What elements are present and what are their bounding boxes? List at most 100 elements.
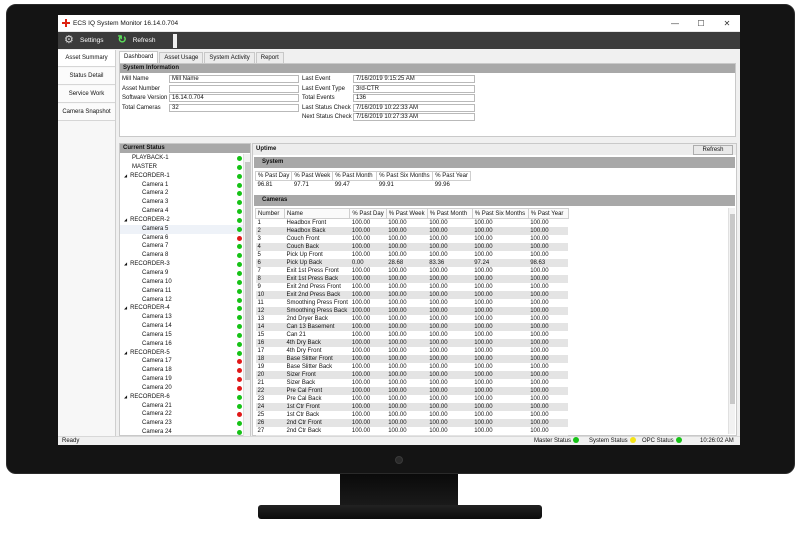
sysinfo-field[interactable]: 16.14.0.704: [169, 94, 299, 102]
table-row[interactable]: 6 Pick Up Back 0.00 28.68 83.36 97.24 98.63: [255, 259, 569, 267]
nav-status-detail[interactable]: Status Detail: [58, 68, 115, 85]
table-row[interactable]: 2 Headbox Back 100.00 100.00 100.00 100.00 100…: [255, 227, 569, 235]
expand-arrow-icon[interactable]: ◢: [124, 394, 127, 399]
tree-item[interactable]: Camera 13: [120, 313, 244, 322]
table-row[interactable]: 15 Can 21 100.00 100.00 100.00 100.00 100.00: [255, 331, 569, 339]
nav-camera-snapshot[interactable]: Camera Snapshot: [58, 104, 115, 121]
sysinfo-field[interactable]: 7/16/2019 10:22:33 AM: [353, 103, 475, 112]
table-row[interactable]: 14 Can 13 Basement 100.00 100.00 100.00 100.0…: [255, 323, 569, 331]
table-row[interactable]: 26 2nd Ctr Front 100.00 100.00 100.00 100.00 1…: [255, 419, 569, 427]
tab-system-activity[interactable]: System Activity: [204, 52, 255, 63]
refresh-button[interactable]: Refresh: [133, 37, 156, 44]
nav-service-work[interactable]: Service Work: [58, 86, 115, 103]
system-column-header[interactable]: % Past Week: [291, 171, 334, 181]
tree-item[interactable]: Camera 1: [120, 181, 244, 190]
sysinfo-field[interactable]: Mill Name: [169, 75, 299, 83]
tree-item[interactable]: ◢ RECORDER-4: [120, 304, 244, 313]
system-column-header[interactable]: % Past Year: [432, 171, 471, 181]
camera-column-header[interactable]: % Past Six Months: [471, 208, 529, 219]
table-row[interactable]: 11 Smoothing Press Front 100.00 100.00 100.0…: [255, 299, 569, 307]
expand-arrow-icon[interactable]: ◢: [124, 305, 127, 310]
close-icon[interactable]: ✕: [714, 15, 740, 31]
table-row[interactable]: 22 Pre Cal Front 100.00 100.00 100.00 100.00 1…: [255, 387, 569, 395]
tree-item[interactable]: Camera 17: [120, 357, 244, 366]
system-column-header[interactable]: % Past Month: [332, 171, 378, 181]
nav-asset-summary[interactable]: Asset Summary: [58, 50, 115, 67]
tree-item[interactable]: ◢ RECORDER-2: [120, 216, 244, 225]
tree-item[interactable]: Camera 16: [120, 340, 244, 349]
tree-item[interactable]: ◢ RECORDER-1: [120, 172, 244, 181]
expand-arrow-icon[interactable]: ◢: [124, 217, 127, 222]
camera-column-header[interactable]: Number: [255, 208, 285, 219]
table-row[interactable]: 16 4th Dry Back 100.00 100.00 100.00 100.00 10…: [255, 339, 569, 347]
system-column-header[interactable]: % Past Six Months: [376, 171, 434, 181]
table-row[interactable]: 13 2nd Dryer Back 100.00 100.00 100.00 100.00…: [255, 315, 569, 323]
sysinfo-field[interactable]: 32: [169, 103, 299, 112]
expand-arrow-icon[interactable]: ◢: [124, 261, 127, 266]
tree-item[interactable]: Camera 4: [120, 207, 244, 216]
tree-item[interactable]: Camera 19: [120, 375, 244, 384]
expand-arrow-icon[interactable]: ◢: [124, 173, 127, 178]
tree-item[interactable]: Camera 6: [120, 234, 244, 243]
tree-scrollbar[interactable]: [243, 154, 250, 436]
sysinfo-field[interactable]: 136: [353, 94, 475, 102]
tree-item[interactable]: Camera 10: [120, 278, 244, 287]
table-row[interactable]: 19 Base Slitter Back 100.00 100.00 100.00 100…: [255, 363, 569, 371]
table-row[interactable]: 7 Exit 1st Press Front 100.00 100.00 100.00 1…: [255, 267, 569, 275]
table-row[interactable]: 1 Headbox Front 100.00 100.00 100.00 100.00 10…: [255, 218, 569, 227]
table-row[interactable]: 3 Couch Front 100.00 100.00 100.00 100.00 100.…: [255, 235, 569, 243]
tree-item[interactable]: Camera 23: [120, 419, 244, 428]
uptime-refresh-button[interactable]: Refresh: [693, 145, 733, 155]
tree-item[interactable]: Camera 2: [120, 189, 244, 198]
tree-item[interactable]: ◢ RECORDER-6: [120, 393, 244, 402]
tree-item[interactable]: Camera 20: [120, 384, 244, 393]
tree-item[interactable]: MASTER: [120, 163, 244, 172]
table-row[interactable]: 4 Couch Back 100.00 100.00 100.00 100.00 100.0…: [255, 243, 569, 251]
tree-item[interactable]: Camera 12: [120, 296, 244, 305]
table-row[interactable]: 9 Exit 2nd Press Front 100.00 100.00 100.00 1…: [255, 283, 569, 291]
tab-dashboard[interactable]: Dashboard: [119, 51, 159, 63]
tree-item[interactable]: Camera 8: [120, 251, 244, 260]
tree-item[interactable]: Camera 15: [120, 331, 244, 340]
tree-item[interactable]: Camera 18: [120, 366, 244, 375]
camera-column-header[interactable]: % Past Month: [426, 208, 473, 219]
tree-item[interactable]: ◢ RECORDER-3: [120, 260, 244, 269]
tree-item[interactable]: ◢ RECORDER-5: [120, 349, 244, 358]
table-row[interactable]: 12 Smoothing Press Back 100.00 100.00 100.00…: [255, 307, 569, 315]
minimize-icon[interactable]: —: [662, 15, 688, 31]
sysinfo-field[interactable]: 3rd-CTR: [353, 84, 475, 93]
tree-item[interactable]: PLAYBACK-1: [120, 154, 244, 163]
tree-item[interactable]: Camera 3: [120, 198, 244, 207]
table-row[interactable]: 17 4th Dry Front 100.00 100.00 100.00 100.00 1…: [255, 347, 569, 355]
table-row[interactable]: 24 1st Ctr Front 100.00 100.00 100.00 100.00 1…: [255, 403, 569, 411]
camera-column-header[interactable]: Name: [283, 208, 351, 219]
tree-scroll-thumb[interactable]: [245, 162, 250, 380]
tree-item[interactable]: Camera 9: [120, 269, 244, 278]
sysinfo-field[interactable]: 7/16/2019 9:15:25 AM: [353, 75, 475, 83]
cameras-scrollbar[interactable]: [728, 208, 735, 434]
table-row[interactable]: 10 Exit 2nd Press Back 100.00 100.00 100.00 1…: [255, 291, 569, 299]
tree-item[interactable]: Camera 5: [120, 224, 244, 234]
table-row[interactable]: 23 Pre Cal Back 100.00 100.00 100.00 100.00 10…: [255, 395, 569, 403]
settings-button[interactable]: Settings: [80, 37, 104, 44]
system-column-header[interactable]: % Past Day: [254, 171, 293, 181]
camera-column-header[interactable]: % Past Year: [527, 208, 569, 219]
tree-item[interactable]: Camera 24: [120, 428, 244, 436]
cameras-scroll-thumb[interactable]: [730, 214, 735, 404]
expand-arrow-icon[interactable]: ◢: [124, 350, 127, 355]
camera-column-header[interactable]: % Past Week: [385, 208, 428, 219]
sysinfo-field[interactable]: 7/16/2019 10:27:33 AM: [353, 113, 475, 121]
table-row[interactable]: 8 Exit 1st Press Back 100.00 100.00 100.00 10…: [255, 275, 569, 283]
tree-item[interactable]: Camera 21: [120, 402, 244, 411]
tree-item[interactable]: Camera 14: [120, 322, 244, 331]
table-row[interactable]: 21 Sizer Back 100.00 100.00 100.00 100.00 100.…: [255, 379, 569, 387]
table-row[interactable]: 25 1st Ctr Back 100.00 100.00 100.00 100.00 10…: [255, 411, 569, 419]
tab-report[interactable]: Report: [255, 52, 284, 63]
tree-item[interactable]: Camera 11: [120, 287, 244, 296]
tree-item[interactable]: Camera 7: [120, 242, 244, 251]
sysinfo-field[interactable]: [169, 84, 299, 93]
camera-column-header[interactable]: % Past Day: [349, 208, 387, 219]
table-row[interactable]: 5 Pick Up Front 100.00 100.00 100.00 100.00 10…: [255, 251, 569, 259]
tree-item[interactable]: Camera 22: [120, 410, 244, 419]
table-row[interactable]: 27 2nd Ctr Back 100.00 100.00 100.00 100.00 10…: [255, 427, 569, 435]
